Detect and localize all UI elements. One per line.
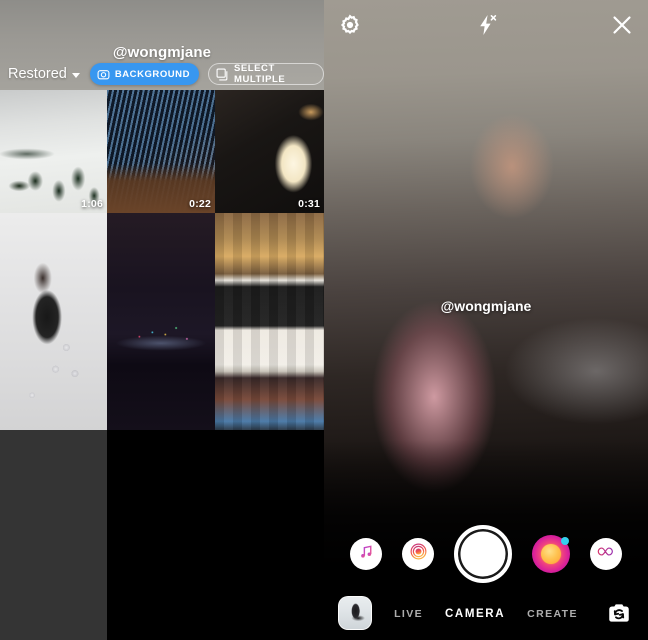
gallery-toolbar: @wongmjane Restored BACKGROUND SELECT MU… (0, 0, 324, 90)
video-duration-label: 0:31 (298, 198, 320, 210)
camera-top-bar (324, 0, 648, 48)
infinity-icon (597, 545, 616, 563)
boomerang-effect-button[interactable] (402, 538, 434, 570)
music-effect-button[interactable] (350, 538, 382, 570)
gallery-panel: @wongmjane Restored BACKGROUND SELECT MU… (0, 0, 324, 640)
flip-camera-button[interactable] (602, 596, 636, 630)
album-selector-dropdown[interactable]: Restored (8, 66, 80, 82)
grid-cell[interactable] (215, 213, 324, 430)
city-night-skyline-photo (107, 213, 215, 430)
camera-bottom-bar: LIVE CAMERA CREATE (324, 588, 648, 640)
camera-icon (97, 68, 110, 81)
grid-cell[interactable]: 0:31 (215, 90, 324, 213)
flash-off-icon[interactable] (474, 13, 498, 37)
camera-watermark-label: @wongmjane (440, 298, 532, 314)
boomerang-icon (409, 542, 428, 566)
chevron-down-icon (71, 72, 80, 78)
camera-panel: @wongmjane LIVE CAMERA CREATE (324, 0, 648, 640)
background-button[interactable]: BACKGROUND (89, 63, 200, 85)
music-note-icon (358, 543, 375, 565)
camera-mode-live[interactable]: LIVE (394, 608, 423, 620)
superzoom-effect-button[interactable] (532, 535, 570, 573)
stacked-squares-icon (216, 68, 229, 81)
camera-mode-selector[interactable]: LIVE CAMERA CREATE (324, 588, 648, 640)
video-duration-label: 0:22 (189, 198, 211, 210)
close-icon[interactable] (610, 13, 634, 37)
candle-video (215, 90, 324, 213)
instagram-camera-screen: @wongmjane Restored BACKGROUND SELECT MU… (0, 0, 648, 640)
ball-pit-photo (0, 213, 107, 430)
rewind-effect-button[interactable] (590, 538, 622, 570)
select-multiple-button[interactable]: SELECT MULTIPLE (208, 63, 324, 85)
album-selector-label: Restored (8, 66, 67, 82)
camera-mode-create[interactable]: CREATE (527, 608, 578, 620)
gallery-toolbar-row: Restored BACKGROUND SELECT MULTIPLE (0, 61, 324, 87)
grid-cell[interactable]: 1:06 (0, 90, 107, 213)
grid-cell[interactable]: 0:22 (107, 90, 215, 213)
keyboard-video (107, 90, 215, 213)
snowy-mountain-video (0, 90, 107, 213)
gallery-username-label: @wongmjane (112, 44, 212, 61)
fridge-shelf-photo (215, 213, 324, 430)
shutter-button[interactable] (454, 525, 512, 583)
effects-carousel[interactable] (324, 520, 648, 588)
grid-cell[interactable] (0, 213, 107, 430)
video-duration-label: 1:06 (81, 198, 103, 210)
gear-icon[interactable] (338, 13, 362, 37)
camera-mode-camera[interactable]: CAMERA (445, 608, 505, 620)
background-button-label: BACKGROUND (114, 68, 191, 80)
select-multiple-button-label: SELECT MULTIPLE (234, 63, 286, 85)
photo-grid: 1:06 0:22 0:31 (0, 90, 324, 430)
grid-cell[interactable] (107, 213, 215, 430)
